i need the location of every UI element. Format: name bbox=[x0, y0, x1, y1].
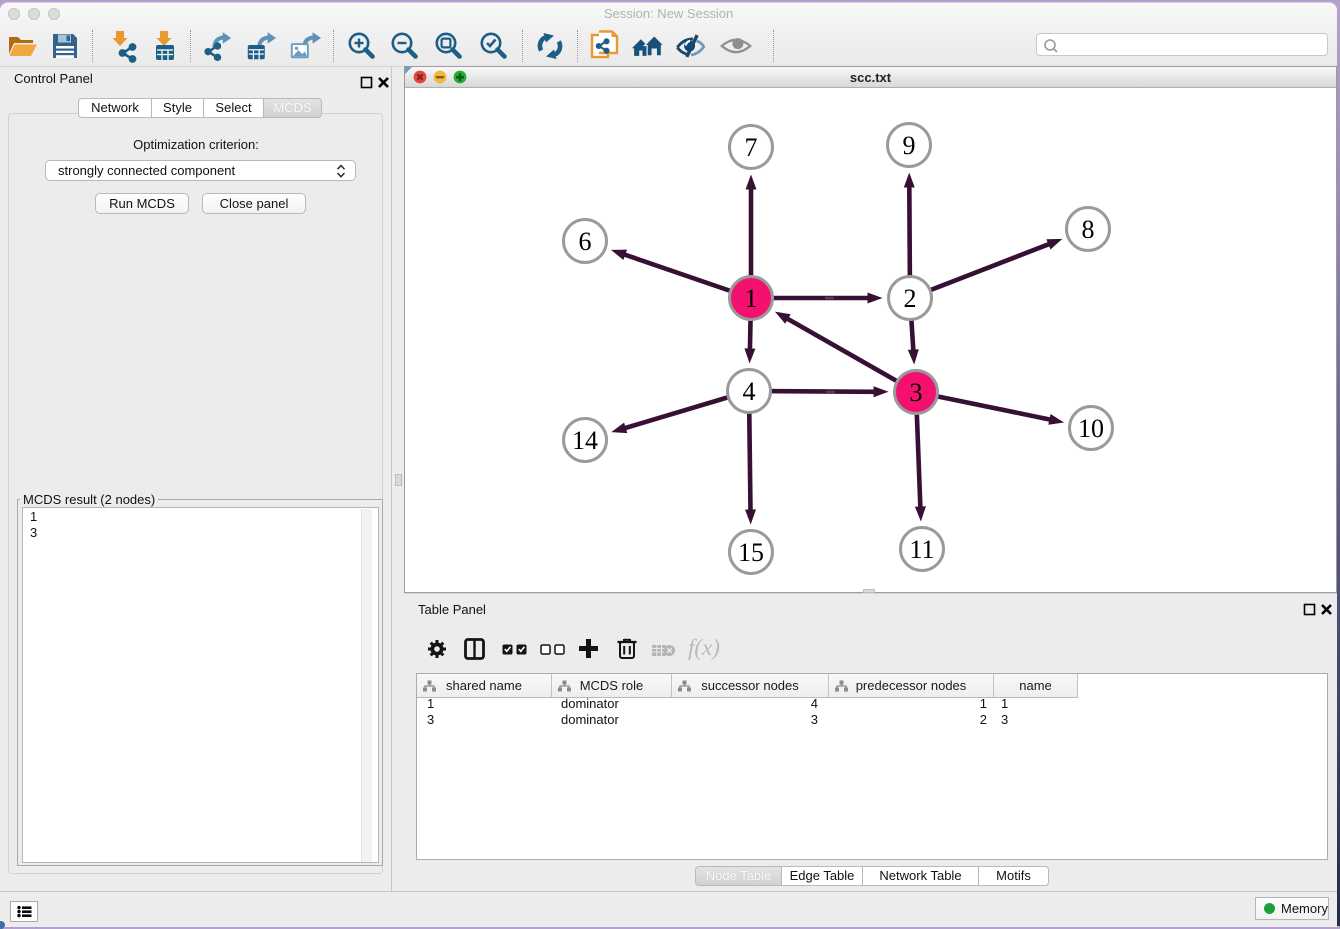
svg-text:6: 6 bbox=[579, 227, 592, 256]
svg-text:14: 14 bbox=[572, 426, 598, 455]
svg-text:10: 10 bbox=[1078, 414, 1104, 443]
svg-text:11: 11 bbox=[909, 535, 934, 564]
svg-text:4: 4 bbox=[743, 377, 756, 406]
svg-text:7: 7 bbox=[745, 133, 758, 162]
svg-text:8: 8 bbox=[1082, 215, 1095, 244]
svg-text:3: 3 bbox=[910, 378, 923, 407]
svg-text:15: 15 bbox=[738, 538, 764, 567]
svg-text:2: 2 bbox=[904, 284, 917, 313]
svg-text:1: 1 bbox=[745, 284, 758, 313]
svg-text:9: 9 bbox=[903, 131, 916, 160]
